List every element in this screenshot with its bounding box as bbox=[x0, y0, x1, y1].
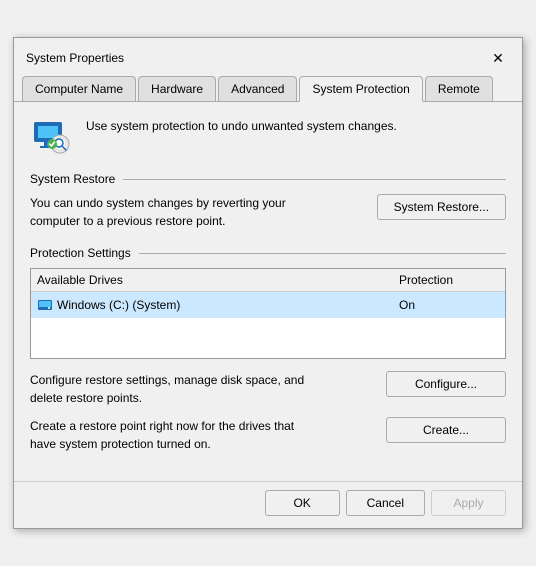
cancel-button[interactable]: Cancel bbox=[346, 490, 425, 516]
dialog-title: System Properties bbox=[26, 51, 124, 65]
tab-advanced[interactable]: Advanced bbox=[218, 76, 297, 101]
title-bar: System Properties ✕ bbox=[14, 38, 522, 70]
drive-name: Windows (C:) (System) bbox=[37, 297, 399, 313]
tab-system-protection[interactable]: System Protection bbox=[299, 76, 422, 102]
system-restore-label: System Restore bbox=[30, 172, 115, 186]
system-restore-header: System Restore bbox=[30, 172, 506, 186]
tab-remote[interactable]: Remote bbox=[425, 76, 493, 101]
protection-settings-area: Protection Settings Available Drives Pro… bbox=[30, 246, 506, 453]
ok-button[interactable]: OK bbox=[265, 490, 340, 516]
apply-button[interactable]: Apply bbox=[431, 490, 506, 516]
close-button[interactable]: ✕ bbox=[486, 46, 510, 70]
drive-protection-status: On bbox=[399, 298, 499, 312]
section-divider bbox=[123, 179, 506, 180]
create-text: Create a restore point right now for the… bbox=[30, 417, 310, 453]
system-restore-area: You can undo system changes by reverting… bbox=[30, 194, 506, 230]
dialog-footer: OK Cancel Apply bbox=[14, 481, 522, 528]
table-empty-area bbox=[31, 318, 505, 358]
system-restore-button[interactable]: System Restore... bbox=[377, 194, 506, 220]
column-protection: Protection bbox=[399, 273, 499, 287]
system-properties-dialog: System Properties ✕ Computer Name Hardwa… bbox=[13, 37, 523, 529]
header-text: Use system protection to undo unwanted s… bbox=[86, 118, 397, 135]
configure-button[interactable]: Configure... bbox=[386, 371, 506, 397]
header-section: Use system protection to undo unwanted s… bbox=[30, 114, 506, 158]
column-drives: Available Drives bbox=[37, 273, 399, 287]
shield-icon bbox=[30, 114, 74, 158]
system-restore-description: You can undo system changes by reverting… bbox=[30, 194, 300, 230]
section-divider-2 bbox=[139, 253, 506, 254]
tab-computer-name[interactable]: Computer Name bbox=[22, 76, 136, 101]
tab-bar: Computer Name Hardware Advanced System P… bbox=[14, 70, 522, 102]
table-header: Available Drives Protection bbox=[31, 269, 505, 292]
table-row[interactable]: Windows (C:) (System) On bbox=[31, 292, 505, 318]
protection-settings-label: Protection Settings bbox=[30, 246, 131, 260]
create-row: Create a restore point right now for the… bbox=[30, 417, 506, 453]
tab-content: Use system protection to undo unwanted s… bbox=[14, 102, 522, 477]
tab-hardware[interactable]: Hardware bbox=[138, 76, 216, 101]
configure-row: Configure restore settings, manage disk … bbox=[30, 371, 506, 407]
create-button[interactable]: Create... bbox=[386, 417, 506, 443]
configure-text: Configure restore settings, manage disk … bbox=[30, 371, 310, 407]
drive-icon bbox=[37, 297, 53, 313]
drives-table: Available Drives Protection Windows (C:)… bbox=[30, 268, 506, 359]
protection-settings-header: Protection Settings bbox=[30, 246, 506, 260]
